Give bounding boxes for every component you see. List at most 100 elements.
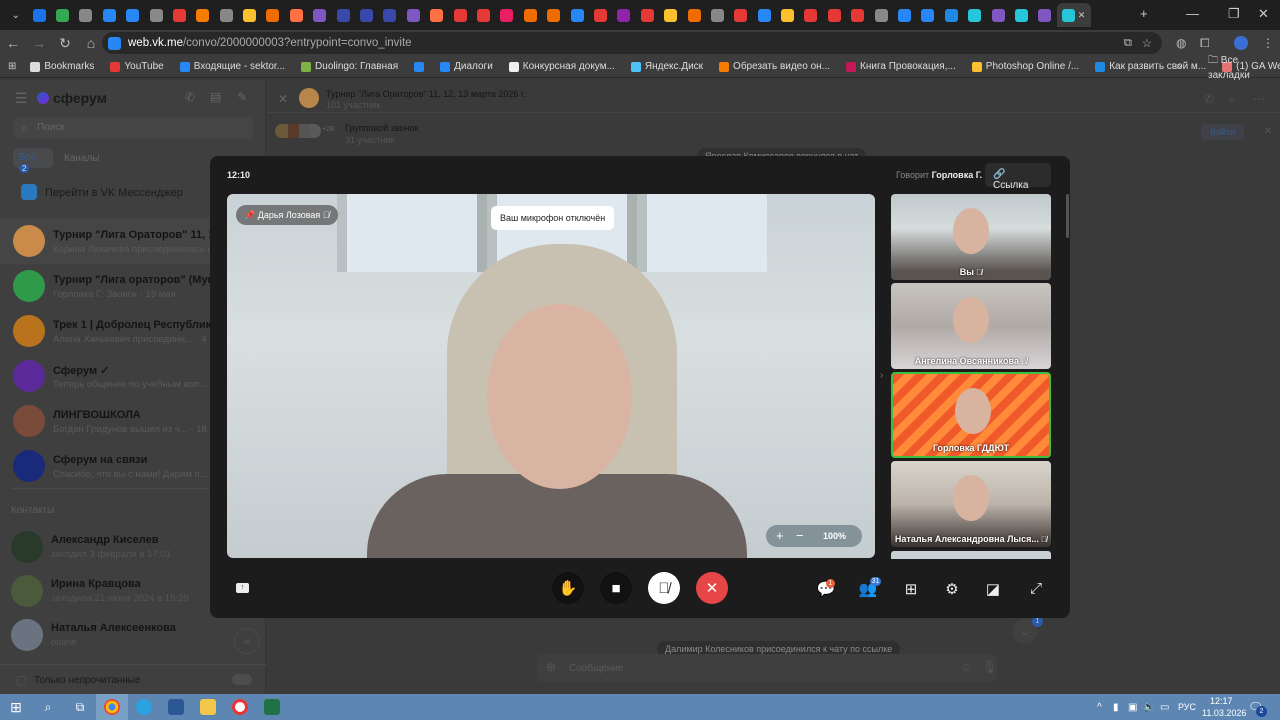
browser-tab[interactable] (659, 3, 682, 27)
browser-tab[interactable] (565, 3, 588, 27)
site-info-icon[interactable] (108, 36, 121, 50)
browser-tab[interactable] (98, 3, 121, 27)
taskbar-chrome[interactable] (96, 694, 128, 720)
reload-icon[interactable]: ↻ (52, 35, 78, 52)
bookmark-item[interactable] (414, 61, 425, 72)
browser-tab[interactable] (121, 3, 144, 27)
language-indicator[interactable]: РУС (1178, 702, 1196, 712)
bookmark-item[interactable]: Книга Провокация,... (846, 61, 956, 72)
participant-tile[interactable]: Ангелина Овсянникова 🎙̸ (891, 283, 1051, 369)
browser-tab[interactable] (191, 3, 214, 27)
picture-in-picture-icon[interactable]: ◪ (983, 580, 1003, 598)
raise-hand-button[interactable]: ✋ (552, 572, 584, 604)
task-view-icon[interactable]: ⧉ (64, 694, 96, 720)
taskbar-yandex[interactable] (224, 694, 256, 720)
browser-tab[interactable] (168, 3, 191, 27)
call-icon[interactable]: ✆ (185, 90, 195, 104)
participant-tile[interactable]: Горловка ГДДЮТ (891, 372, 1051, 458)
camera-button[interactable]: ■ (600, 572, 632, 604)
browser-tab[interactable] (1010, 3, 1033, 27)
browser-tab[interactable] (542, 3, 565, 27)
browser-tab[interactable] (308, 3, 331, 27)
voice-message-icon[interactable]: 🎙 (982, 660, 997, 674)
browser-tab[interactable] (1033, 3, 1056, 27)
browser-tab[interactable] (331, 3, 354, 27)
bookmark-item[interactable]: YouTube (110, 61, 164, 72)
unread-filter[interactable]: ▢ Только непрочитанные (0, 664, 266, 694)
bookmark-star-icon[interactable]: ☆ (1142, 36, 1152, 50)
participant-tile[interactable]: Наталья Александровна Лыся... 🎙̸ (891, 461, 1051, 547)
browser-tab[interactable] (51, 3, 74, 27)
clock-date[interactable]: 11.03.2026 (1202, 708, 1246, 718)
profile-avatar[interactable] (1234, 36, 1248, 50)
start-button[interactable]: ⊞ (0, 694, 32, 720)
microphone-button[interactable]: 🎙̸ (648, 572, 680, 604)
translate-icon[interactable]: ◍ (1176, 36, 1186, 50)
thumbnails-scrollbar[interactable] (1066, 194, 1069, 238)
browser-tab[interactable] (940, 3, 963, 27)
grid-layout-icon[interactable]: ⊞ (901, 580, 921, 598)
emoji-icon[interactable]: ☺ (960, 660, 972, 674)
more-icon[interactable]: ⋯ (1253, 92, 1265, 106)
browser-tab[interactable] (74, 3, 97, 27)
pinned-name-badge[interactable]: 📌 Дарья Лозовая 🎙̸ (236, 205, 338, 225)
fullscreen-icon[interactable]: ⤢ (1026, 580, 1046, 597)
apps-icon[interactable]: ⊞ (8, 61, 16, 72)
search-icon[interactable]: ⌕ (32, 694, 64, 720)
bookmark-item[interactable]: Входящие - sektor... (179, 61, 285, 72)
browser-tab[interactable] (378, 3, 401, 27)
browser-tab[interactable] (144, 3, 167, 27)
browser-tab-active[interactable]: ✕ (1056, 3, 1091, 27)
end-call-button[interactable]: ✕ (696, 572, 728, 604)
tab-search-button[interactable]: ⌄ (4, 3, 27, 27)
settings-icon[interactable]: ⚙ (942, 580, 962, 598)
unread-toggle[interactable] (232, 674, 252, 685)
browser-tab[interactable] (495, 3, 518, 27)
close-tab-icon[interactable]: ✕ (1078, 10, 1086, 21)
browser-tab[interactable] (589, 3, 612, 27)
browser-tab[interactable] (682, 3, 705, 27)
bookmark-item[interactable]: Photoshop Online /... (971, 61, 1079, 72)
close-banner-icon[interactable]: ✕ (1264, 126, 1272, 137)
filter-all-tab[interactable]: Все 2 (13, 148, 53, 173)
main-video[interactable]: 📌 Дарья Лозовая 🎙̸ Ваш микрофон отключён… (227, 194, 875, 558)
browser-tab[interactable] (823, 3, 846, 27)
all-bookmarks[interactable]: 🗀 Все закладки (1208, 53, 1280, 81)
taskbar-explorer[interactable] (192, 694, 224, 720)
bookmark-item[interactable]: Duolingo: Главная (301, 61, 398, 72)
attach-icon[interactable]: ⊕ (546, 660, 556, 674)
browser-tab[interactable] (285, 3, 308, 27)
browser-tab[interactable] (706, 3, 729, 27)
tray-record-icon[interactable]: ▣ (1128, 702, 1137, 713)
compose-icon[interactable]: ✎ (237, 90, 247, 104)
clock-time[interactable]: 12:17 (1210, 696, 1233, 706)
phone-icon[interactable]: ✆ (1204, 92, 1214, 106)
copy-link-button[interactable]: 🔗 Ссылка (985, 163, 1051, 191)
tray-chevron-icon[interactable]: ^ (1097, 702, 1102, 713)
archive-icon[interactable]: ▤ (210, 90, 221, 104)
browser-tab[interactable] (519, 3, 542, 27)
browser-tab[interactable] (636, 3, 659, 27)
browser-tab[interactable] (916, 3, 939, 27)
bookmark-item[interactable]: Bookmarks (30, 61, 94, 72)
collapse-sidebar-button[interactable]: « (234, 628, 260, 654)
browser-tab[interactable] (355, 3, 378, 27)
browser-tab[interactable] (986, 3, 1009, 27)
maximize-button[interactable]: ❐ (1228, 6, 1240, 22)
close-window-button[interactable]: ✕ (1258, 6, 1269, 22)
browser-tab[interactable] (869, 3, 892, 27)
new-tab-button[interactable]: + (1140, 6, 1148, 21)
browser-tab[interactable] (448, 3, 471, 27)
forward-icon[interactable]: → (26, 35, 52, 51)
menu-icon[interactable]: ⋮ (1262, 36, 1274, 50)
bookmark-item[interactable]: Конкурсная докум... (508, 61, 615, 72)
browser-tab[interactable] (402, 3, 425, 27)
extensions-icon[interactable]: ⧠ (1200, 36, 1210, 51)
join-call-button[interactable]: Войти (1201, 124, 1245, 140)
browser-tab[interactable] (799, 3, 822, 27)
network-icon[interactable]: ▭ (1160, 702, 1169, 713)
more-bookmarks-icon[interactable]: » (1176, 61, 1182, 72)
hamburger-icon[interactable]: ☰ (15, 90, 28, 107)
share-screen-button[interactable]: ↑ (236, 583, 249, 593)
bookmark-item[interactable]: Диалоги (440, 61, 493, 72)
